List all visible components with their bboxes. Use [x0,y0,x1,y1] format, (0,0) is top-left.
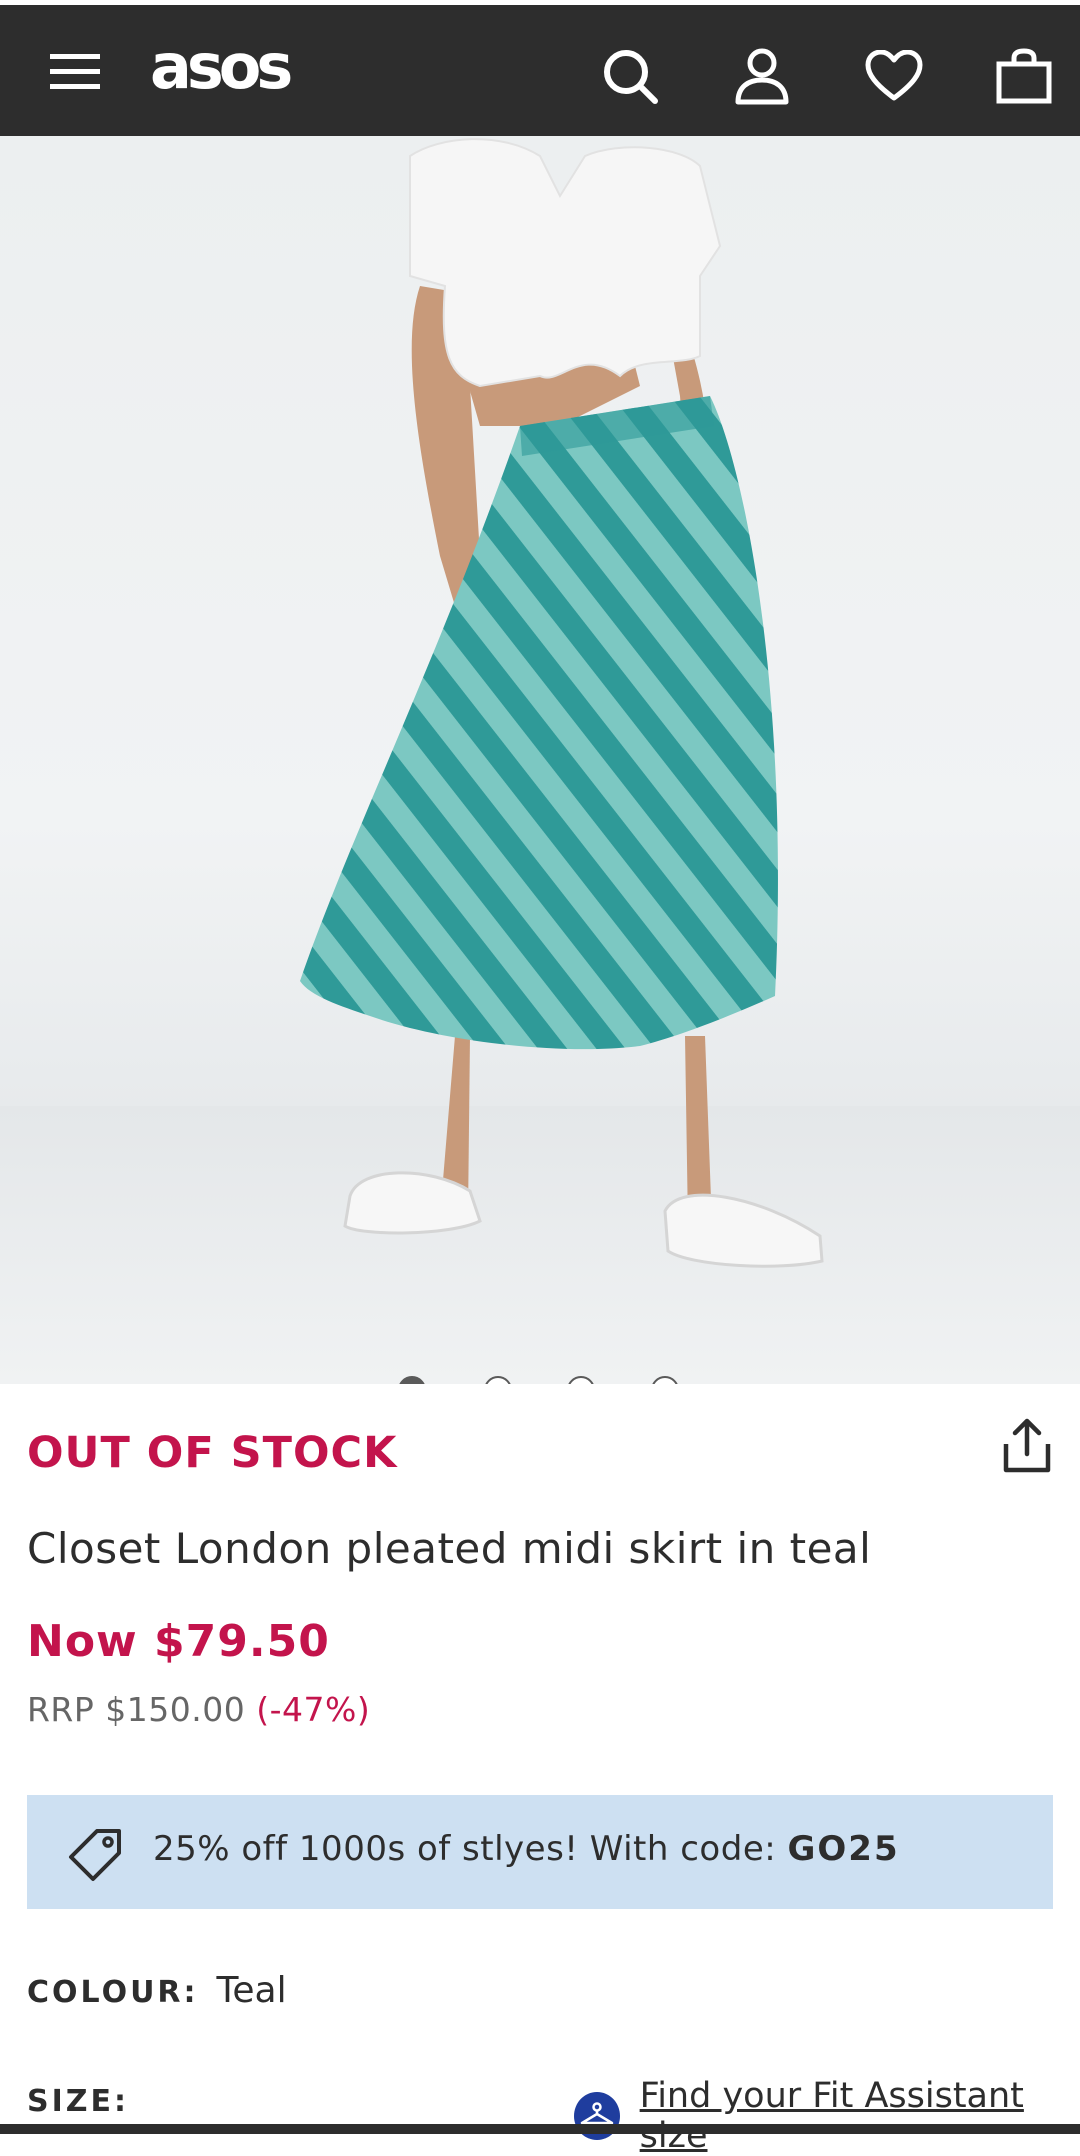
menu-button[interactable] [40,36,112,108]
colour-row: COLOUR: Teal [27,1970,287,2011]
gallery-dot[interactable] [651,1376,679,1384]
top-header: asos [0,0,1080,136]
rrp-price-row: RRP $150.00 (-47%) [27,1690,370,1729]
promo-banner[interactable]: 25% off 1000s of stlyes! With code: GO25 [27,1795,1053,1909]
product-image-gallery[interactable] [0,136,1080,1384]
search-button[interactable] [594,40,666,112]
current-price: Now $79.50 [27,1616,330,1667]
promo-code: GO25 [787,1829,900,1869]
share-button[interactable] [1002,1418,1066,1482]
search-icon [604,50,658,104]
gallery-dot[interactable] [398,1376,426,1384]
heart-icon [865,50,923,101]
gallery-dot[interactable] [567,1376,595,1384]
discount-percent: (-47%) [256,1690,371,1729]
fit-assistant-link[interactable]: Find your Fit Assistant size [574,2076,1080,2156]
size-label: SIZE: [27,2084,130,2119]
bottom-edge [0,2124,1080,2134]
account-button[interactable] [726,40,798,112]
share-icon [1003,1418,1051,1473]
fit-assistant-text[interactable]: Find your Fit Assistant size [640,2076,1080,2156]
asos-logo[interactable]: asos [150,30,293,103]
colour-value: Teal [216,1970,287,2011]
stock-status: OUT OF STOCK [27,1428,398,1478]
promo-message: 25% off 1000s of stlyes! With code: [153,1829,788,1869]
bag-button[interactable] [988,40,1060,112]
account-icon [735,48,789,105]
product-image [0,138,1080,1384]
product-title: Closet London pleated midi skirt in teal [27,1524,872,1573]
colour-label: COLOUR: [27,1975,199,2010]
gallery-dot[interactable] [484,1376,512,1384]
rrp-price: RRP $150.00 [27,1690,246,1729]
price-tag-icon [69,1829,121,1881]
promo-text: 25% off 1000s of stlyes! With code: GO25 [153,1829,900,1869]
gallery-pagination [0,1376,1080,1384]
saved-items-button[interactable] [858,40,930,112]
status-strip [0,0,1080,5]
menu-icon [50,54,100,89]
bag-icon [996,48,1052,104]
